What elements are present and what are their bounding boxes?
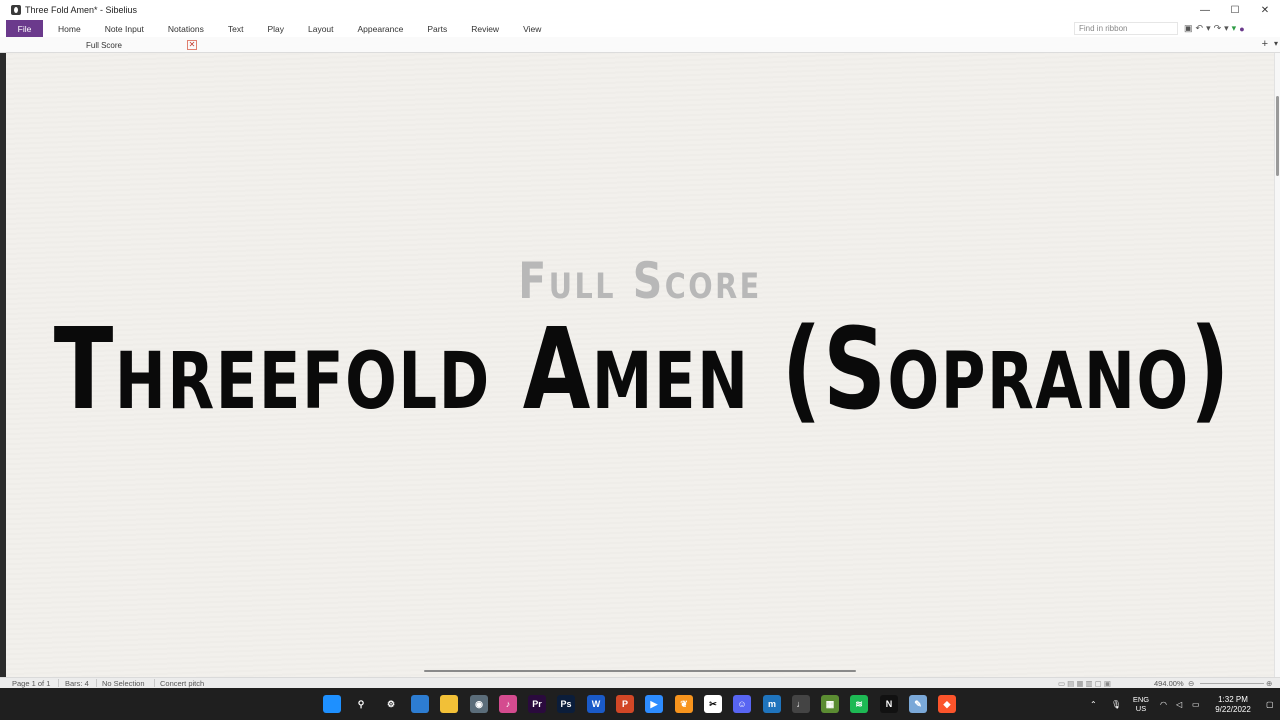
- netflix-icon[interactable]: N: [880, 695, 898, 713]
- window-title: Three Fold Amen* - Sibelius: [25, 5, 138, 15]
- tab-layout[interactable]: Layout: [299, 20, 343, 37]
- brave-icon[interactable]: ◆: [938, 695, 956, 713]
- tab-review[interactable]: Review: [462, 20, 508, 37]
- tab-file[interactable]: File: [6, 20, 43, 37]
- keyboard-region: US: [1135, 704, 1147, 713]
- itunes-icon[interactable]: ♪: [499, 695, 517, 713]
- tab-full-score[interactable]: Full Score ✕: [6, 38, 202, 52]
- wifi-icon[interactable]: ◠: [1160, 688, 1167, 720]
- find-in-ribbon-input[interactable]: Find in ribbon: [1074, 22, 1178, 35]
- close-button[interactable]: ✕: [1250, 0, 1280, 20]
- show-hidden-icons[interactable]: ⌃: [1090, 688, 1097, 720]
- score-title[interactable]: Threefold Amen (Soprano): [54, 300, 1230, 440]
- photoshop-icon[interactable]: Ps: [557, 695, 575, 713]
- capcut-icon[interactable]: ✂: [704, 695, 722, 713]
- microphone-icon[interactable]: 🎙: [1111, 688, 1121, 720]
- notification-icon[interactable]: ▢: [1266, 688, 1274, 720]
- language-indicator[interactable]: ENG US: [1130, 695, 1152, 713]
- musescore-icon[interactable]: m: [763, 695, 781, 713]
- dropdown-icon[interactable]: ▾: [1224, 23, 1229, 34]
- tab-home[interactable]: Home: [49, 20, 90, 37]
- maximize-button[interactable]: ☐: [1220, 0, 1250, 20]
- search-icon[interactable]: ⚲: [352, 695, 370, 713]
- undo-icon[interactable]: ↶: [1196, 23, 1204, 34]
- spotify-icon[interactable]: ≋: [850, 695, 868, 713]
- redo-icon[interactable]: ↷: [1214, 23, 1222, 34]
- windows-start-icon[interactable]: [323, 695, 341, 713]
- add-tab-icon[interactable]: +: [1262, 38, 1268, 50]
- battery-icon[interactable]: ▭: [1192, 688, 1200, 720]
- premiere-icon[interactable]: Pr: [528, 695, 546, 713]
- ribbon-tabs: File Home Note Input Notations Text Play…: [0, 20, 1280, 37]
- window-controls: — ☐ ✕: [1190, 0, 1280, 20]
- zoom-in-icon[interactable]: ⊕: [1266, 679, 1272, 688]
- camera-icon[interactable]: ◉: [470, 695, 488, 713]
- status-separator: [58, 679, 59, 687]
- sibelius-app-icon: [11, 5, 21, 15]
- status-concert-pitch: Concert pitch: [160, 679, 205, 688]
- collapse-ribbon-icon[interactable]: ▾: [1232, 23, 1237, 34]
- sibelius-icon[interactable]: ♩: [792, 695, 810, 713]
- zoom-icon[interactable]: ▶: [645, 695, 663, 713]
- title-bar: Three Fold Amen* - Sibelius — ☐ ✕: [0, 0, 1280, 20]
- notepad-icon[interactable]: ✎: [909, 695, 927, 713]
- tab-menu-icon[interactable]: ▾: [1274, 39, 1278, 48]
- tab-appearance[interactable]: Appearance: [349, 20, 413, 37]
- zoom-slider[interactable]: [1200, 683, 1264, 684]
- language-code: ENG: [1132, 695, 1150, 704]
- volume-icon[interactable]: ◁: [1176, 688, 1182, 720]
- horizontal-scroll-thumb[interactable]: [424, 670, 856, 672]
- fl-studio-icon[interactable]: ❦: [675, 695, 693, 713]
- status-separator: [154, 679, 155, 687]
- clock-date: 9/22/2022: [1215, 705, 1251, 714]
- minimize-button[interactable]: —: [1190, 0, 1220, 20]
- clock-time: 1:32 PM: [1218, 695, 1248, 704]
- tab-play[interactable]: Play: [258, 20, 293, 37]
- clock[interactable]: 1:32 PM 9/22/2022: [1208, 695, 1258, 715]
- minecraft-icon[interactable]: ▦: [821, 695, 839, 713]
- dropdown-icon[interactable]: ▾: [1206, 23, 1211, 34]
- word-icon[interactable]: W: [587, 695, 605, 713]
- tab-notations[interactable]: Notations: [159, 20, 213, 37]
- quick-access-toolbar: ▣ ↶ ▾ ↷ ▾ ▾ ●: [1184, 22, 1245, 35]
- status-selection: No Selection: [102, 679, 145, 688]
- zoom-out-icon[interactable]: ⊖: [1188, 679, 1194, 688]
- store-icon[interactable]: [411, 695, 429, 713]
- document-tab-bar: Full Score ✕ + ▾: [0, 37, 1280, 53]
- status-bars: Bars: 4: [65, 679, 89, 688]
- tab-note-input[interactable]: Note Input: [96, 20, 153, 37]
- status-separator: [96, 679, 97, 687]
- settings-icon[interactable]: ⚙: [382, 695, 400, 713]
- zoom-level: 494.00%: [1154, 679, 1184, 688]
- vertical-scroll-thumb[interactable]: [1276, 96, 1279, 176]
- help-icon[interactable]: ●: [1239, 24, 1244, 34]
- file-explorer-icon[interactable]: [440, 695, 458, 713]
- discord-icon[interactable]: ☺: [733, 695, 751, 713]
- tab-full-score-label: Full Score: [85, 40, 122, 50]
- powerpoint-icon[interactable]: P: [616, 695, 634, 713]
- tab-parts[interactable]: Parts: [418, 20, 456, 37]
- tab-text[interactable]: Text: [219, 20, 253, 37]
- close-tab-button[interactable]: ✕: [187, 40, 197, 50]
- save-icon[interactable]: ▣: [1184, 23, 1193, 34]
- tab-view[interactable]: View: [514, 20, 550, 37]
- status-bar: Page 1 of 1 Bars: 4 No Selection Concert…: [0, 677, 1280, 688]
- taskbar: ⚲ ⚙ ◉ ♪ Pr Ps W P ▶ ❦ ✂ ☺ m ♩ ▦ ≋ N ✎ ◆ ⌃ 🎙 ENG US ◠ ◁ ▭ 1…: [0, 688, 1280, 720]
- view-mode-icons[interactable]: ▭ ▤ ▦ ▥ ▢ ▣: [1058, 679, 1111, 688]
- status-page: Page 1 of 1: [12, 679, 51, 688]
